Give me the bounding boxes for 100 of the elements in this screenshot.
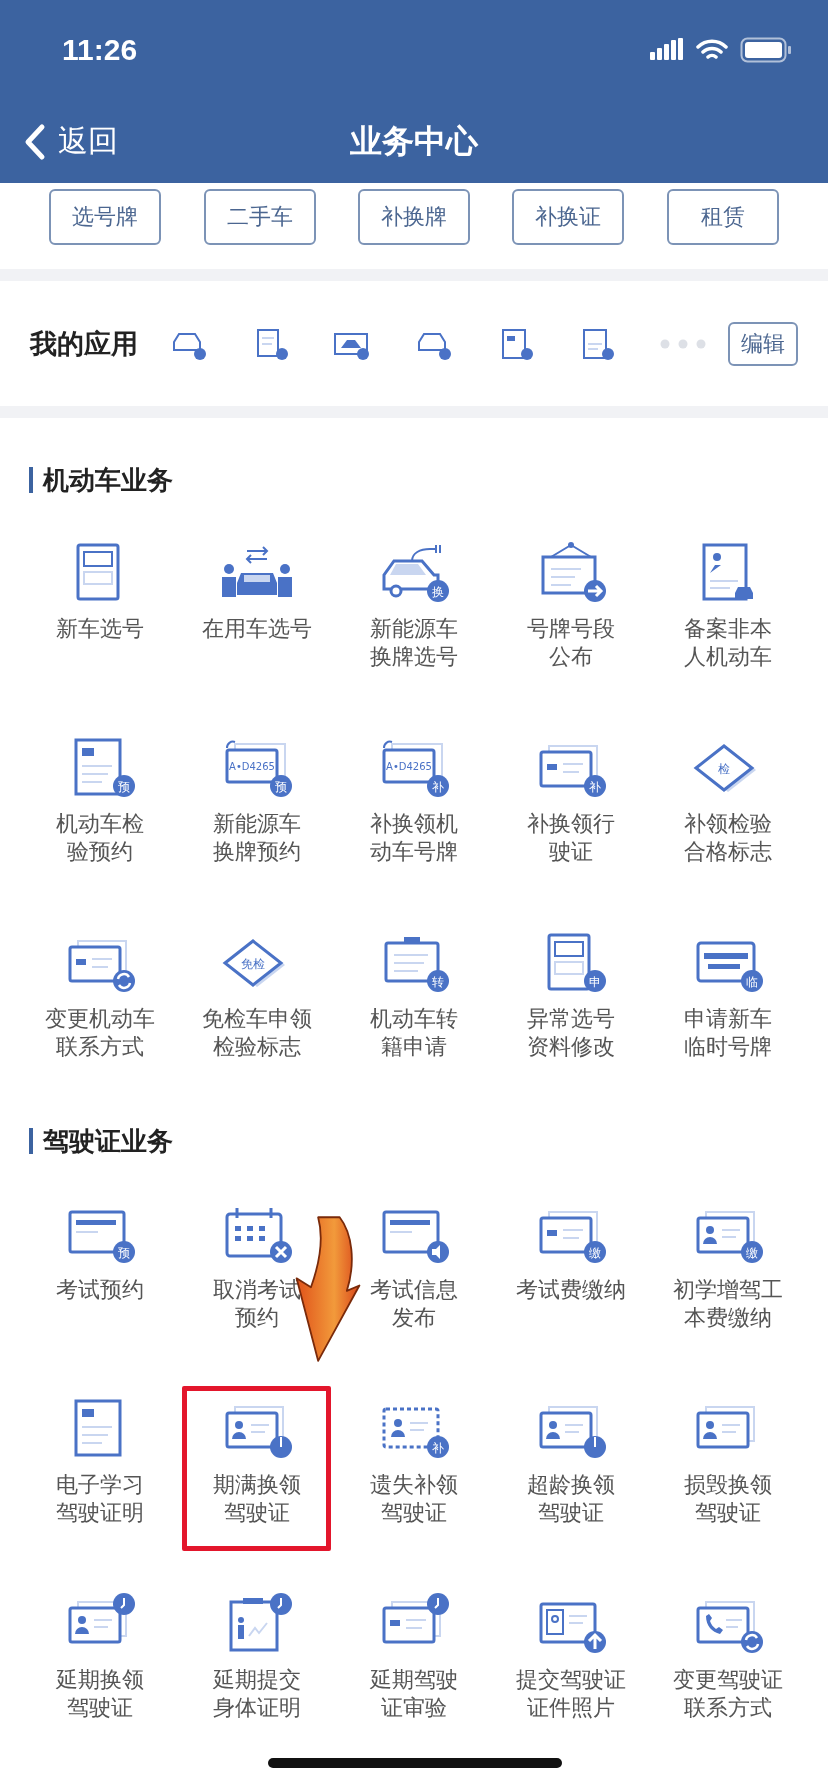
- edit-button[interactable]: 编辑: [728, 321, 798, 366]
- plate-number: A•D4265: [386, 761, 432, 772]
- status-time: 11:26: [62, 33, 138, 67]
- service-icon[interactable]: [76, 543, 120, 601]
- service-label: 联系方式: [55, 1033, 144, 1061]
- service-label: 取消考试: [212, 1276, 301, 1304]
- service-icon[interactable]: [382, 1601, 441, 1644]
- badge: 补: [427, 1436, 449, 1458]
- service-label: 初学增驾工: [673, 1276, 784, 1304]
- badge: 预: [269, 775, 292, 797]
- quick-button[interactable]: 补换证: [512, 189, 625, 245]
- service-label: 本费缴纳: [684, 1304, 773, 1332]
- service-label: 超龄换领: [527, 1471, 616, 1499]
- badge: 预: [112, 775, 135, 797]
- service-label: 新能源车: [370, 615, 458, 643]
- service-label: 身体证明: [212, 1694, 301, 1722]
- page-title: 业务中心: [350, 120, 478, 162]
- badge: 补: [584, 775, 607, 797]
- service-icon[interactable]: [222, 939, 285, 987]
- badge: 缴: [584, 1241, 607, 1263]
- service-icon[interactable]: [221, 546, 292, 597]
- badge: 补: [427, 775, 449, 797]
- service-label: 换牌预约: [212, 838, 301, 866]
- service-label: 发布: [392, 1304, 436, 1332]
- service-label: 新能源车: [212, 810, 301, 838]
- sync-badge-icon: [741, 1631, 764, 1653]
- badge: 申: [584, 970, 607, 992]
- service-label: 异常选号: [527, 1005, 616, 1033]
- service-label: 籍申请: [381, 1033, 447, 1061]
- speaker-badge-icon: [427, 1241, 449, 1263]
- service-label: 验预约: [66, 838, 133, 866]
- plate-number: A•D4265: [228, 761, 275, 772]
- arrow-badge-icon: [584, 580, 607, 602]
- service-label: 合格标志: [684, 838, 773, 866]
- badge: 临: [741, 970, 764, 992]
- service-label: 考试信息: [370, 1276, 458, 1304]
- service-label: 联系方式: [684, 1694, 773, 1722]
- quick-button[interactable]: 选号牌: [49, 189, 162, 245]
- service-icon[interactable]: [696, 1601, 756, 1644]
- service-label: 新车选号: [55, 615, 144, 643]
- quick-button[interactable]: 租赁: [666, 189, 779, 245]
- close-badge-icon: [269, 1241, 292, 1263]
- service-icon[interactable]: [225, 1206, 283, 1258]
- signal-icon: [650, 38, 684, 62]
- service-label: 驾驶证: [381, 1499, 447, 1527]
- service-label: 延期提交: [212, 1666, 301, 1694]
- service-icon[interactable]: [693, 744, 757, 792]
- service-label: 驾驶证: [695, 1499, 762, 1527]
- service-label: 资料修改: [527, 1033, 616, 1061]
- timer-badge-icon: [269, 1436, 292, 1458]
- service-icon[interactable]: [229, 1598, 279, 1652]
- service-label: 损毁换领: [684, 1471, 773, 1499]
- service-icon[interactable]: [539, 1406, 599, 1449]
- service-label: 期满换领: [212, 1471, 301, 1499]
- service-label: 提交驾驶证: [516, 1666, 627, 1694]
- service-label: 申请新车: [684, 1005, 773, 1033]
- service-icon[interactable]: [702, 543, 754, 601]
- service-label: 变更驾驶证: [673, 1666, 784, 1694]
- service-icon[interactable]: [696, 1406, 756, 1449]
- timer-badge-icon: [584, 1436, 607, 1458]
- service-label: 遗失补领: [370, 1471, 458, 1499]
- section-title: 机动车业务: [43, 463, 173, 497]
- service-icon[interactable]: [68, 1601, 127, 1644]
- wifi-icon: [696, 38, 728, 62]
- service-icon[interactable]: [382, 1210, 440, 1254]
- service-icon[interactable]: [541, 542, 597, 595]
- tag-text: 检: [718, 762, 731, 776]
- quick-button[interactable]: 补换牌: [357, 189, 470, 245]
- service-label: 免检车申领: [201, 1005, 312, 1033]
- service-label: 驾驶证明: [55, 1499, 144, 1527]
- service-label: 机动车转: [370, 1005, 458, 1033]
- service-icon[interactable]: [547, 933, 591, 991]
- service-label: 证件照片: [527, 1694, 616, 1722]
- service-label: 补换领机: [370, 810, 458, 838]
- back-button[interactable]: 返回: [24, 121, 118, 162]
- chevron-icon: [24, 122, 46, 161]
- service-label: 检验标志: [212, 1033, 301, 1061]
- service-label: 换牌选号: [370, 643, 458, 671]
- service-label: 延期驾驶: [370, 1666, 458, 1694]
- badge: 换: [427, 580, 449, 602]
- service-label: 变更机动车: [44, 1005, 155, 1033]
- clock-badge-icon: [427, 1593, 449, 1615]
- service-icon[interactable]: [68, 940, 127, 983]
- sync-badge-icon: [112, 970, 135, 992]
- service-icon[interactable]: [74, 1399, 122, 1457]
- service-label: 延期换领: [55, 1666, 144, 1694]
- service-icon[interactable]: [225, 1406, 284, 1449]
- service-label: 预约: [234, 1304, 279, 1332]
- service-icon[interactable]: [539, 1602, 597, 1644]
- service-label: 备案非本: [684, 615, 773, 643]
- battery-icon: [740, 37, 792, 63]
- service-label: 在用车选号: [201, 615, 312, 643]
- service-label: 补领检验: [684, 810, 773, 838]
- section-title: 驾驶证业务: [43, 1124, 173, 1158]
- quick-button[interactable]: 二手车: [203, 189, 316, 245]
- service-label: 补换领行: [527, 810, 616, 838]
- tag-text: 免检: [240, 957, 265, 971]
- badge: 预: [112, 1241, 135, 1263]
- service-label: 公布: [549, 643, 594, 671]
- service-label: 动车号牌: [370, 838, 458, 866]
